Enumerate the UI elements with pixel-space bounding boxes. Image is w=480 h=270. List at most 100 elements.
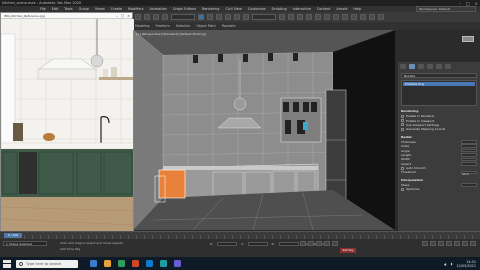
rotate-icon[interactable] — [234, 14, 240, 20]
param-spinner[interactable] — [461, 153, 477, 157]
zoom-all-icon[interactable] — [430, 241, 436, 246]
menu-help[interactable]: Help — [353, 7, 361, 11]
rendering-rollout-title[interactable]: Rendering — [401, 109, 477, 113]
ribbon-tab-selection[interactable]: Selection — [176, 24, 191, 28]
windows-start-icon[interactable] — [3, 259, 11, 268]
app-icon[interactable] — [174, 260, 181, 267]
hierarchy-tab-icon[interactable] — [418, 64, 424, 69]
menu-animation[interactable]: Animation — [150, 7, 167, 11]
curve-editor-icon[interactable] — [342, 14, 348, 20]
app-icon[interactable] — [118, 260, 125, 267]
menu-customize[interactable]: Customize — [248, 7, 266, 11]
param-spinner[interactable] — [461, 144, 477, 148]
volume-icon[interactable]: ◖ — [451, 262, 453, 266]
auto-smooth-checkbox[interactable] — [401, 166, 404, 170]
snap-icon[interactable] — [288, 14, 294, 20]
zoom-icon[interactable] — [422, 241, 428, 246]
clock[interactable]: 14:52 12/05/2021 — [456, 260, 476, 268]
param-spinner[interactable] — [461, 139, 477, 144]
ribbon-tab-freeform[interactable]: Freeform — [156, 24, 170, 28]
menu-graph-editors[interactable]: Graph Editors — [173, 7, 196, 11]
menu-create[interactable]: Create — [111, 7, 122, 11]
minimize-icon[interactable]: – — [459, 1, 461, 6]
menu-rendering[interactable]: Rendering — [202, 7, 219, 11]
motion-tab-icon[interactable] — [427, 64, 433, 69]
coord-y-field[interactable] — [247, 242, 268, 246]
goto-end-icon[interactable] — [332, 241, 338, 246]
mirror-icon[interactable] — [315, 14, 321, 20]
viewport-label[interactable]: [+] [Perspective] [Standard] [Default Sh… — [136, 32, 206, 36]
menu-group[interactable]: Group — [79, 7, 89, 11]
goto-start-icon[interactable] — [300, 241, 306, 246]
create-tab-icon[interactable] — [400, 64, 406, 69]
param-spinner[interactable] — [461, 157, 477, 162]
menu-edit[interactable]: Edit — [52, 7, 59, 11]
menu-content[interactable]: Content — [317, 7, 331, 11]
maximize-viewport-icon[interactable] — [470, 241, 476, 246]
select-by-name-icon[interactable] — [207, 14, 213, 20]
pan-icon[interactable] — [454, 241, 460, 246]
menu-interactive[interactable]: Interactive — [293, 7, 311, 11]
coord-z-field[interactable] — [278, 242, 299, 246]
scale-icon[interactable] — [243, 14, 249, 20]
layer-icon[interactable] — [333, 14, 339, 20]
modify-tab-icon[interactable] — [409, 64, 415, 69]
param-spinner[interactable] — [461, 148, 477, 153]
menu-file[interactable]: File — [40, 7, 46, 11]
render-frame-icon[interactable] — [369, 14, 375, 20]
material-editor-icon[interactable] — [351, 14, 357, 20]
taskview-icon[interactable] — [90, 260, 97, 267]
undo-icon[interactable] — [135, 14, 141, 20]
menu-modifiers[interactable]: Modifiers — [128, 7, 143, 11]
display-tab-icon[interactable] — [436, 64, 442, 69]
steps-spinner[interactable] — [461, 183, 477, 187]
enable-renderer-checkbox[interactable] — [401, 114, 404, 118]
network-icon[interactable]: ▲ — [444, 262, 447, 266]
rect-select-icon[interactable] — [216, 14, 222, 20]
reference-minimize-icon[interactable]: – — [116, 14, 118, 18]
object-color-swatch[interactable] — [462, 36, 474, 42]
menu-scripting[interactable]: Scripting — [272, 7, 287, 11]
param-spinner[interactable] — [461, 161, 477, 166]
modifier-stack-selected[interactable]: Editable Poly — [403, 82, 475, 86]
enable-viewport-checkbox[interactable] — [401, 119, 404, 123]
angle-snap-icon[interactable] — [297, 14, 303, 20]
align-icon[interactable] — [324, 14, 330, 20]
orbit-icon[interactable] — [462, 241, 468, 246]
add-time-tag[interactable]: Add Time Tag — [60, 247, 80, 251]
reference-maximize-icon[interactable]: □ — [121, 14, 124, 18]
redo-icon[interactable] — [144, 14, 150, 20]
menu-tools[interactable]: Tools — [64, 7, 72, 11]
perspective-viewport[interactable]: [+] [Perspective] [Standard] [Default Sh… — [133, 30, 395, 230]
zoom-extents-icon[interactable] — [438, 241, 444, 246]
move-icon[interactable] — [225, 14, 231, 20]
utilities-tab-icon[interactable] — [445, 64, 451, 69]
use-viewport-settings-checkbox[interactable] — [401, 123, 404, 127]
render-icon[interactable] — [378, 14, 384, 20]
menu-views[interactable]: Views — [95, 7, 105, 11]
object-name-field[interactable]: Box001 — [401, 73, 477, 78]
close-icon[interactable]: × — [475, 1, 478, 6]
edge-icon[interactable] — [146, 260, 153, 267]
3dsmax-icon[interactable] — [160, 260, 167, 267]
menu-arnold[interactable]: Arnold — [336, 7, 347, 11]
next-frame-icon[interactable] — [324, 241, 330, 246]
play-icon[interactable] — [316, 241, 322, 246]
select-object-icon[interactable] — [198, 14, 204, 20]
taskbar-search-input[interactable]: Type here to search — [16, 259, 78, 268]
link-icon[interactable] — [153, 14, 159, 20]
prev-frame-icon[interactable] — [308, 241, 314, 246]
ribbon-tab-object-paint[interactable]: Object Paint — [196, 24, 215, 28]
optimize-checkbox[interactable] — [401, 187, 404, 191]
ribbon-tab-populate[interactable]: Populate — [222, 24, 236, 28]
timeline[interactable]: 0 / 100 — [0, 231, 480, 239]
explorer-icon[interactable] — [104, 260, 111, 267]
reference-image-window[interactable]: IMG_Kitchen_Reference.jpg – □ × — [0, 12, 134, 232]
fov-icon[interactable] — [446, 241, 452, 246]
render-setup-icon[interactable] — [360, 14, 366, 20]
set-key-button[interactable]: Set Key — [340, 248, 356, 253]
radial-title[interactable]: Radial — [401, 135, 477, 139]
percent-snap-icon[interactable] — [306, 14, 312, 20]
modifier-stack[interactable]: Editable Poly — [401, 80, 477, 106]
pivot-icon[interactable] — [279, 14, 285, 20]
